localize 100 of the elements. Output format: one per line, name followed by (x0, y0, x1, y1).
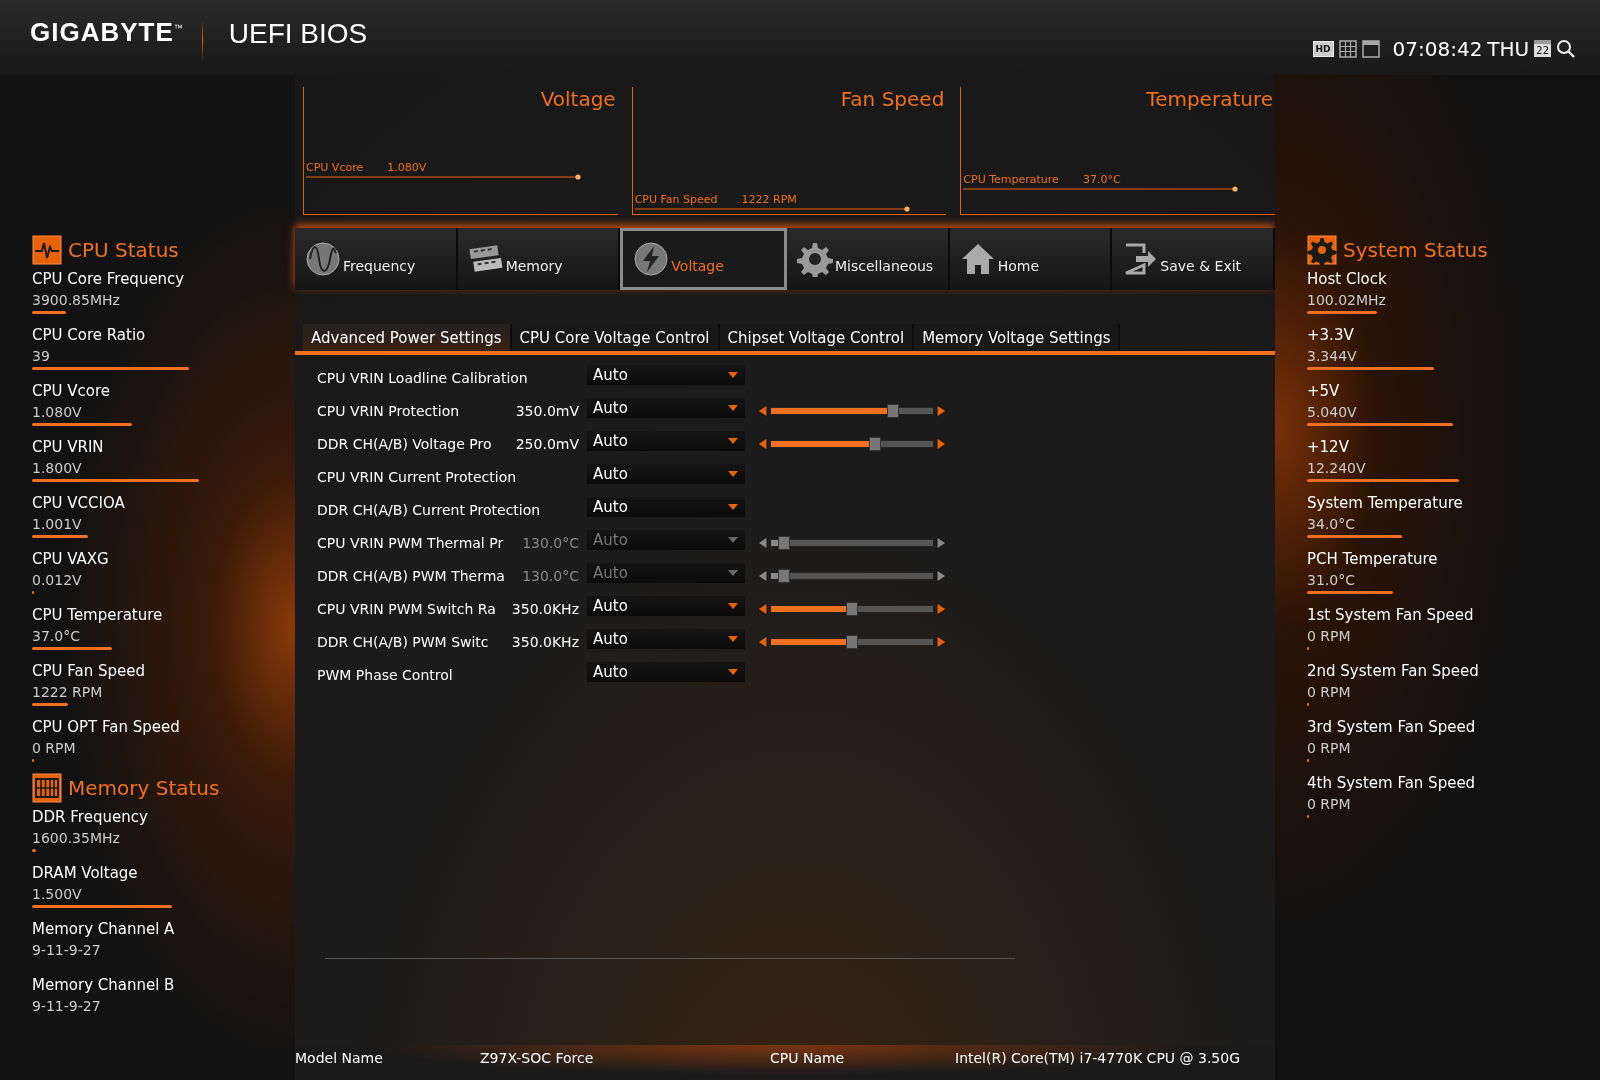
search-icon (1556, 38, 1576, 59)
status-label: CPU OPT Fan Speed (32, 717, 181, 737)
status-value: 1.800V (32, 459, 83, 478)
main-tab[interactable]: Home (949, 228, 1113, 290)
status-value: 3900.85MHz (32, 291, 121, 310)
status-value: 12.240V (1307, 459, 1367, 478)
status-value: 0 RPM (1307, 795, 1352, 814)
dropdown[interactable]: Auto (587, 397, 745, 418)
right-arrow-icon (935, 403, 947, 418)
info-label: CPU Name (770, 1050, 846, 1066)
status-label: 1st System Fan Speed (1307, 605, 1475, 625)
left-arrow-icon (757, 535, 769, 550)
dropdown[interactable]: Auto (587, 496, 745, 517)
graph-title: Temperature (1145, 87, 1274, 111)
status-label: CPU Fan Speed (32, 661, 146, 681)
status-label: DDR Frequency (32, 807, 149, 827)
settings-icon (1307, 235, 1337, 265)
section-title: CPU Status (68, 238, 179, 262)
graph-reading: 37.0°C (1082, 173, 1121, 186)
setting-label: DDR CH(A/B) PWM Therma (317, 566, 505, 585)
setting-value: 250.0mV (514, 434, 579, 453)
status-value: 1.001V (32, 515, 83, 534)
slider-thumb[interactable] (886, 403, 899, 418)
status-label: System Temperature (1307, 493, 1464, 513)
status-label: +5V (1307, 381, 1341, 401)
main-tab[interactable]: Voltage (620, 228, 787, 290)
setting-label: DDR CH(A/B) PWM Switc (317, 632, 489, 651)
status-label: CPU Temperature (32, 605, 164, 625)
wave-icon (305, 241, 341, 277)
setting-value: 350.0mV (514, 401, 579, 420)
setting-value: 130.0°C (521, 566, 579, 585)
dropdown[interactable]: Auto (587, 364, 745, 385)
setting-label: CPU VRIN Protection (317, 401, 460, 420)
section-title: Memory Status (68, 776, 220, 800)
status-value: 1600.35MHz (32, 829, 121, 848)
info-value: Z97X-SOC Force (480, 1050, 595, 1066)
status-label: 2nd System Fan Speed (1307, 661, 1480, 681)
setting-label: CPU VRIN Loadline Calibration (317, 368, 528, 387)
caret-icon (727, 568, 739, 577)
status-label: Memory Channel B (32, 975, 176, 995)
status-value: 0.012V (32, 571, 83, 590)
status-label: CPU Core Ratio (32, 325, 147, 345)
status-label: PCH Temperature (1307, 549, 1439, 569)
status-value: 1.080V (32, 403, 83, 422)
status-bar (32, 703, 68, 706)
sub-tab[interactable]: Advanced Power Settings (303, 324, 512, 351)
status-value: 9-11-9-27 (32, 997, 102, 1016)
dropdown[interactable]: Auto (587, 463, 745, 484)
grid-view-icon (1338, 39, 1357, 58)
status-bar (1307, 311, 1377, 314)
slider-thumb[interactable] (846, 601, 858, 616)
status-label: Host Clock (1307, 269, 1388, 289)
graph-label: CPU Fan Speed (634, 193, 718, 206)
slider-thumb[interactable] (868, 436, 881, 451)
graph-title: Voltage (539, 87, 617, 111)
setting-value: 350.0KHz (510, 599, 579, 618)
right-arrow-icon (935, 568, 947, 583)
slider-thumb[interactable] (846, 634, 858, 649)
main-tab[interactable]: Frequency (295, 228, 458, 290)
status-value: 31.0°C (1307, 571, 1356, 590)
dropdown[interactable]: Auto (587, 430, 745, 451)
main-tab[interactable]: Save & Exit (1112, 228, 1276, 290)
right-arrow-icon (935, 601, 947, 616)
status-value: 39 (32, 347, 51, 366)
status-value: 34.0°C (1307, 515, 1356, 534)
slider-track[interactable] (770, 604, 934, 613)
info-value: Intel(R) Core(TM) i7-4770K CPU @ 3.50G (955, 1050, 1241, 1066)
main-tab[interactable]: Memory (457, 228, 621, 290)
main-tab[interactable]: Miscellaneous (787, 228, 950, 290)
status-value: 100.02MHz (1307, 291, 1387, 310)
app-title: UEFI BIOS (228, 17, 368, 50)
status-value: 0 RPM (32, 739, 77, 758)
graph-label: CPU Temperature (963, 173, 1059, 186)
calendar-icon[interactable]: 22 (1534, 40, 1551, 57)
pulse-icon (32, 235, 62, 265)
status-label: CPU Vcore (32, 381, 112, 401)
display-mode-icon[interactable]: HD (1312, 40, 1334, 57)
dropdown[interactable]: Auto (587, 628, 745, 649)
status-value: 37.0°C (32, 627, 81, 646)
status-label: 3rd System Fan Speed (1307, 717, 1477, 737)
status-value: 1222 RPM (32, 683, 104, 702)
dropdown[interactable]: Auto (587, 661, 745, 682)
right-arrow-icon (935, 535, 947, 550)
status-label: CPU VCCIOA (32, 493, 126, 513)
caret-icon (727, 370, 739, 379)
lightning-icon (633, 241, 670, 277)
status-value: 5.040V (1307, 403, 1358, 422)
left-arrow-icon (757, 436, 769, 451)
weekday: THU (1487, 36, 1530, 61)
left-arrow-icon (757, 634, 769, 649)
left-arrow-icon (757, 403, 769, 418)
caret-icon (727, 634, 739, 643)
slider-track[interactable] (770, 637, 934, 646)
status-bar (32, 535, 88, 538)
setting-label: DDR CH(A/B) Current Protection (317, 500, 541, 519)
dropdown[interactable]: Auto (587, 595, 745, 616)
slider-track[interactable] (770, 406, 934, 415)
slider-track[interactable] (770, 439, 934, 448)
graph-reading: 1222 RPM (741, 193, 797, 206)
clock-time: 07:08:42 (1392, 36, 1483, 61)
